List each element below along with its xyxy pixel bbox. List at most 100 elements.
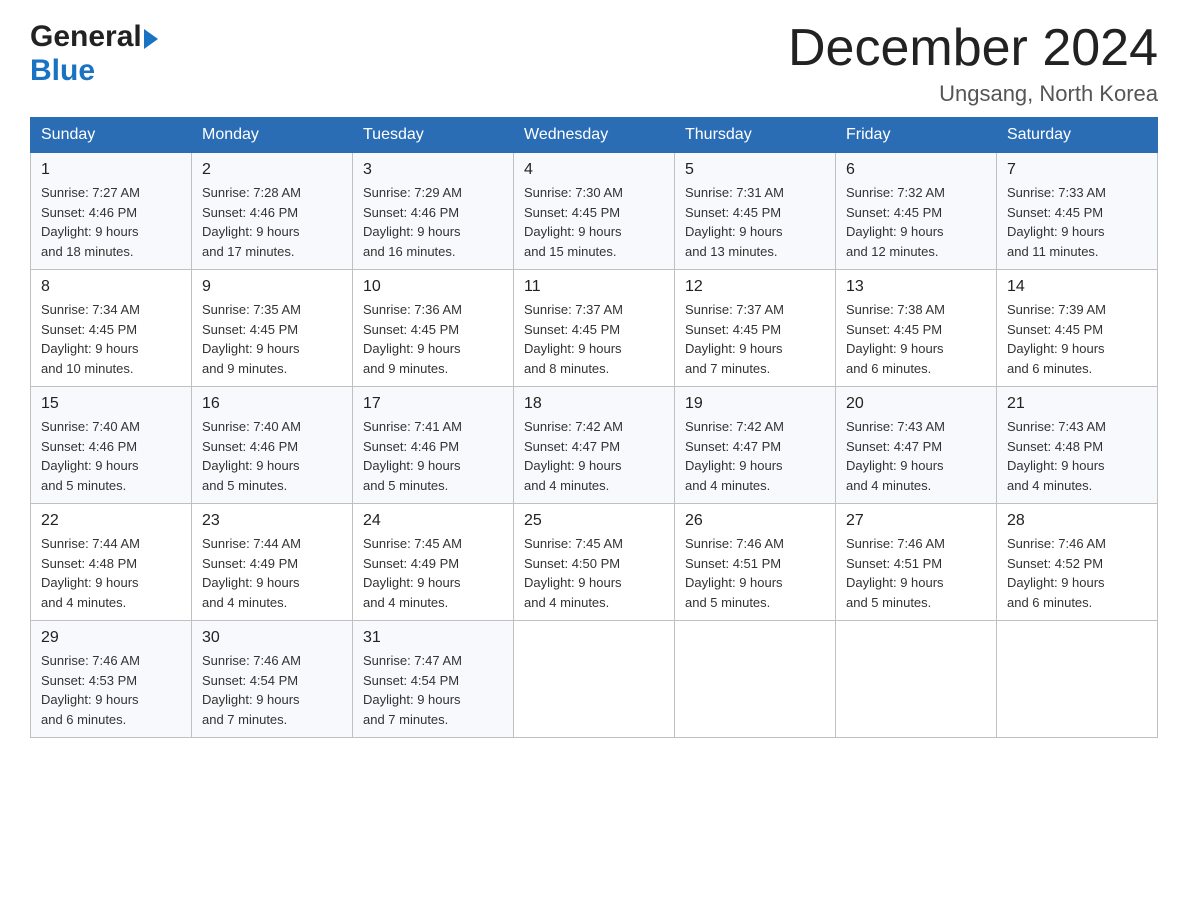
day-number: 24 [363, 512, 503, 530]
month-title: December 2024 [788, 20, 1158, 77]
day-number: 1 [41, 161, 181, 179]
logo-blue: Blue [30, 54, 95, 87]
day-cell: 21Sunrise: 7:43 AMSunset: 4:48 PMDayligh… [997, 387, 1158, 504]
day-number: 22 [41, 512, 181, 530]
day-number: 19 [685, 395, 825, 413]
week-row-3: 15 Sunrise: 7:40 AMSunset: 4:46 PMDayligh… [31, 387, 1158, 504]
day-info: Sunrise: 7:47 AMSunset: 4:54 PMDaylight:… [363, 651, 503, 729]
day-info: Sunrise: 7:40 AMSunset: 4:46 PMDaylight:… [41, 417, 181, 495]
title-block: December 2024 Ungsang, North Korea [788, 20, 1158, 107]
day-info: Sunrise: 7:42 AMSunset: 4:47 PMDaylight:… [524, 417, 664, 495]
day-info: Sunrise: 7:41 AMSunset: 4:46 PMDaylight:… [363, 417, 503, 495]
day-cell: 16Sunrise: 7:40 AMSunset: 4:46 PMDayligh… [192, 387, 353, 504]
day-number: 3 [363, 161, 503, 179]
day-info: Sunrise: 7:38 AMSunset: 4:45 PMDaylight:… [846, 300, 986, 378]
day-cell: 27Sunrise: 7:46 AMSunset: 4:51 PMDayligh… [836, 504, 997, 621]
day-cell [836, 621, 997, 738]
day-info: Sunrise: 7:37 AMSunset: 4:45 PMDaylight:… [685, 300, 825, 378]
day-info: Sunrise: 7:45 AMSunset: 4:50 PMDaylight:… [524, 534, 664, 612]
week-row-2: 8 Sunrise: 7:34 AMSunset: 4:45 PMDaylight… [31, 270, 1158, 387]
day-info: Sunrise: 7:43 AMSunset: 4:48 PMDaylight:… [1007, 417, 1147, 495]
day-number: 8 [41, 278, 181, 296]
day-cell: 7Sunrise: 7:33 AMSunset: 4:45 PMDaylight… [997, 153, 1158, 270]
location: Ungsang, North Korea [788, 81, 1158, 107]
day-cell: 14Sunrise: 7:39 AMSunset: 4:45 PMDayligh… [997, 270, 1158, 387]
header-cell-sunday: Sunday [31, 118, 192, 153]
day-cell: 31 Sunrise: 7:47 AMSunset: 4:54 PMDayligh… [353, 621, 514, 738]
day-cell: 30 Sunrise: 7:46 AMSunset: 4:54 PMDayligh… [192, 621, 353, 738]
header-row: SundayMondayTuesdayWednesdayThursdayFrid… [31, 118, 1158, 153]
week-row-4: 22 Sunrise: 7:44 AMSunset: 4:48 PMDayligh… [31, 504, 1158, 621]
day-info: Sunrise: 7:42 AMSunset: 4:47 PMDaylight:… [685, 417, 825, 495]
day-number: 9 [202, 278, 342, 296]
day-cell: 26 Sunrise: 7:46 AMSunset: 4:51 PMDayligh… [675, 504, 836, 621]
day-cell [675, 621, 836, 738]
day-cell: 3 Sunrise: 7:29 AMSunset: 4:46 PMDaylight… [353, 153, 514, 270]
day-cell: 15 Sunrise: 7:40 AMSunset: 4:46 PMDayligh… [31, 387, 192, 504]
day-info: Sunrise: 7:40 AMSunset: 4:46 PMDaylight:… [202, 417, 342, 495]
day-number: 30 [202, 629, 342, 647]
header-cell-tuesday: Tuesday [353, 118, 514, 153]
day-cell: 9 Sunrise: 7:35 AMSunset: 4:45 PMDaylight… [192, 270, 353, 387]
day-info: Sunrise: 7:37 AMSunset: 4:45 PMDaylight:… [524, 300, 664, 378]
day-info: Sunrise: 7:46 AMSunset: 4:53 PMDaylight:… [41, 651, 181, 729]
day-number: 2 [202, 161, 342, 179]
day-cell: 25 Sunrise: 7:45 AMSunset: 4:50 PMDayligh… [514, 504, 675, 621]
day-info: Sunrise: 7:46 AMSunset: 4:51 PMDaylight:… [685, 534, 825, 612]
day-number: 13 [846, 278, 986, 296]
day-cell: 19 Sunrise: 7:42 AMSunset: 4:47 PMDayligh… [675, 387, 836, 504]
day-number: 29 [41, 629, 181, 647]
day-number: 25 [524, 512, 664, 530]
day-cell: 4Sunrise: 7:30 AMSunset: 4:45 PMDaylight… [514, 153, 675, 270]
day-number: 31 [363, 629, 503, 647]
day-info: Sunrise: 7:33 AMSunset: 4:45 PMDaylight:… [1007, 183, 1147, 261]
day-number: 18 [524, 395, 664, 413]
day-number: 14 [1007, 278, 1147, 296]
calendar-header: SundayMondayTuesdayWednesdayThursdayFrid… [31, 118, 1158, 153]
day-cell [997, 621, 1158, 738]
day-info: Sunrise: 7:44 AMSunset: 4:48 PMDaylight:… [41, 534, 181, 612]
day-cell: 13 Sunrise: 7:38 AMSunset: 4:45 PMDayligh… [836, 270, 997, 387]
day-info: Sunrise: 7:34 AMSunset: 4:45 PMDaylight:… [41, 300, 181, 378]
day-cell: 8 Sunrise: 7:34 AMSunset: 4:45 PMDaylight… [31, 270, 192, 387]
day-info: Sunrise: 7:46 AMSunset: 4:51 PMDaylight:… [846, 534, 986, 612]
day-cell [514, 621, 675, 738]
header-cell-monday: Monday [192, 118, 353, 153]
logo-general: General [30, 20, 142, 54]
day-number: 10 [363, 278, 503, 296]
day-cell: 2 Sunrise: 7:28 AMSunset: 4:46 PMDaylight… [192, 153, 353, 270]
logo-arrow-icon [144, 29, 158, 49]
page-header: General Blue December 2024 Ungsang, Nort… [30, 20, 1158, 107]
day-info: Sunrise: 7:32 AMSunset: 4:45 PMDaylight:… [846, 183, 986, 261]
day-info: Sunrise: 7:46 AMSunset: 4:52 PMDaylight:… [1007, 534, 1147, 612]
logo: General Blue [30, 20, 158, 88]
day-cell: 23 Sunrise: 7:44 AMSunset: 4:49 PMDayligh… [192, 504, 353, 621]
day-info: Sunrise: 7:44 AMSunset: 4:49 PMDaylight:… [202, 534, 342, 612]
day-number: 20 [846, 395, 986, 413]
day-info: Sunrise: 7:46 AMSunset: 4:54 PMDaylight:… [202, 651, 342, 729]
day-cell: 22 Sunrise: 7:44 AMSunset: 4:48 PMDayligh… [31, 504, 192, 621]
day-info: Sunrise: 7:43 AMSunset: 4:47 PMDaylight:… [846, 417, 986, 495]
day-number: 23 [202, 512, 342, 530]
day-number: 26 [685, 512, 825, 530]
header-cell-friday: Friday [836, 118, 997, 153]
day-info: Sunrise: 7:31 AMSunset: 4:45 PMDaylight:… [685, 183, 825, 261]
day-cell: 12 Sunrise: 7:37 AMSunset: 4:45 PMDayligh… [675, 270, 836, 387]
calendar-body: 1Sunrise: 7:27 AMSunset: 4:46 PMDaylight… [31, 153, 1158, 738]
day-number: 12 [685, 278, 825, 296]
day-number: 28 [1007, 512, 1147, 530]
day-number: 15 [41, 395, 181, 413]
day-cell: 10Sunrise: 7:36 AMSunset: 4:45 PMDayligh… [353, 270, 514, 387]
day-cell: 20 Sunrise: 7:43 AMSunset: 4:47 PMDayligh… [836, 387, 997, 504]
header-cell-thursday: Thursday [675, 118, 836, 153]
day-cell: 29 Sunrise: 7:46 AMSunset: 4:53 PMDayligh… [31, 621, 192, 738]
day-cell: 1Sunrise: 7:27 AMSunset: 4:46 PMDaylight… [31, 153, 192, 270]
day-cell: 18 Sunrise: 7:42 AMSunset: 4:47 PMDayligh… [514, 387, 675, 504]
day-info: Sunrise: 7:29 AMSunset: 4:46 PMDaylight:… [363, 183, 503, 261]
day-info: Sunrise: 7:35 AMSunset: 4:45 PMDaylight:… [202, 300, 342, 378]
day-number: 4 [524, 161, 664, 179]
day-cell: 17Sunrise: 7:41 AMSunset: 4:46 PMDayligh… [353, 387, 514, 504]
calendar-table: SundayMondayTuesdayWednesdayThursdayFrid… [30, 117, 1158, 738]
day-info: Sunrise: 7:28 AMSunset: 4:46 PMDaylight:… [202, 183, 342, 261]
day-cell: 6Sunrise: 7:32 AMSunset: 4:45 PMDaylight… [836, 153, 997, 270]
